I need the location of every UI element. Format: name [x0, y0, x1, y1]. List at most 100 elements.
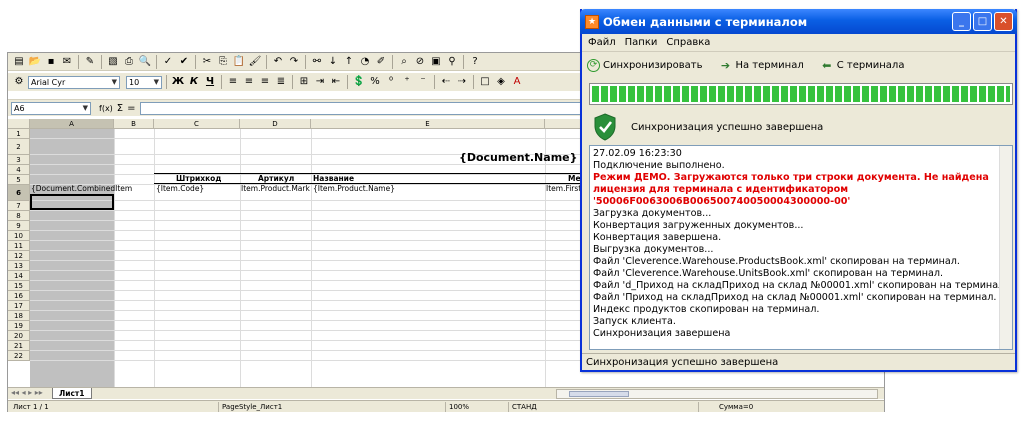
horizontal-scrollbar[interactable]	[556, 389, 878, 399]
row-header-12[interactable]: 12	[8, 251, 30, 261]
sum-button[interactable]: Σ	[117, 103, 123, 114]
column-header-b[interactable]: B	[114, 119, 154, 129]
remove-decimal-icon[interactable]: ⁻	[416, 75, 430, 89]
function-wizard-button[interactable]: f(x)	[99, 104, 113, 113]
align-center-icon[interactable]: ≡	[242, 75, 256, 89]
bold-button[interactable]: Ж	[171, 75, 185, 89]
row-header-15[interactable]: 15	[8, 281, 30, 291]
currency-icon[interactable]: 💲	[352, 75, 366, 89]
column-header-e[interactable]: E	[311, 119, 545, 129]
menu-file[interactable]: Файл	[588, 37, 616, 48]
number-format-icon[interactable]: ⁰	[384, 75, 398, 89]
help-icon[interactable]: ?	[468, 55, 482, 69]
row-header-14[interactable]: 14	[8, 271, 30, 281]
italic-button[interactable]: К	[187, 75, 201, 89]
redo-icon[interactable]: ↷	[287, 55, 301, 69]
row-header-8[interactable]: 8	[8, 211, 30, 221]
add-decimal-icon[interactable]: ⁺	[400, 75, 414, 89]
dialog-title-bar[interactable]: ★ Обмен данными с терминалом _ □ ✕	[580, 9, 1017, 34]
row-header-7[interactable]: 7	[8, 201, 30, 211]
row-header-20[interactable]: 20	[8, 331, 30, 341]
header-cell-name[interactable]: Название	[313, 174, 354, 183]
row-header-19[interactable]: 19	[8, 321, 30, 331]
paste-icon[interactable]: 📋	[232, 55, 246, 69]
edit-file-icon[interactable]: ✎	[83, 55, 97, 69]
row-header-17[interactable]: 17	[8, 301, 30, 311]
insert-mode[interactable]: СТАНД	[508, 402, 537, 412]
save-icon[interactable]: ▪	[44, 55, 58, 69]
font-size-select[interactable]: 10 ▼	[126, 75, 162, 89]
sync-log[interactable]: 27.02.09 16:23:30 Подключение выполнено.…	[589, 145, 1013, 350]
styles-icon[interactable]: ⚙	[12, 75, 26, 89]
menu-help[interactable]: Справка	[666, 37, 710, 48]
increase-indent-icon[interactable]: ⇢	[455, 75, 469, 89]
navigator-icon[interactable]: ⊘	[413, 55, 427, 69]
row-header-9[interactable]: 9	[8, 221, 30, 231]
align-right-icon[interactable]: ≡	[258, 75, 272, 89]
autospell-icon[interactable]: ✔	[177, 55, 191, 69]
sort-ascending-icon[interactable]: ↓	[326, 55, 340, 69]
underline-button[interactable]: Ч	[203, 75, 217, 89]
wrap-text-icon[interactable]: ⇥	[313, 75, 327, 89]
open-icon[interactable]: 📂	[28, 55, 42, 69]
row-header-4[interactable]: 4	[8, 165, 30, 175]
header-cell-barcode[interactable]: Штрихкод	[176, 174, 221, 183]
minimize-button[interactable]: _	[952, 12, 971, 31]
merge-cells-icon[interactable]: ⊞	[297, 75, 311, 89]
row-header-22[interactable]: 22	[8, 351, 30, 361]
log-vertical-scrollbar[interactable]	[999, 146, 1012, 349]
text-direction-icon[interactable]: ⇤	[329, 75, 343, 89]
find-replace-icon[interactable]: ⌕	[397, 55, 411, 69]
justify-icon[interactable]: ≣	[274, 75, 288, 89]
row-header-16[interactable]: 16	[8, 291, 30, 301]
from-terminal-button[interactable]: ⬅ С терминала	[820, 58, 904, 72]
print-icon[interactable]: ⎙	[122, 55, 136, 69]
row-header-18[interactable]: 18	[8, 311, 30, 321]
row-header-3[interactable]: 3	[8, 155, 30, 165]
new-document-icon[interactable]: ▤	[12, 55, 26, 69]
format-paintbrush-icon[interactable]: 🖌	[248, 55, 262, 69]
row-header-10[interactable]: 10	[8, 231, 30, 241]
column-header-d[interactable]: D	[240, 119, 311, 129]
decrease-indent-icon[interactable]: ⇠	[439, 75, 453, 89]
print-preview-icon[interactable]: 🔍	[138, 55, 152, 69]
page-style[interactable]: PageStyle_Лист1	[218, 402, 282, 412]
undo-icon[interactable]: ↶	[271, 55, 285, 69]
font-name-select[interactable]: Arial Cyr ▼	[28, 75, 120, 89]
gallery-icon[interactable]: ▣	[429, 55, 443, 69]
cell-d5-marking[interactable]: Item.Product.Marking	[241, 184, 310, 193]
copy-icon[interactable]: ⎘	[216, 55, 230, 69]
cut-icon[interactable]: ✂	[200, 55, 214, 69]
draw-icon[interactable]: ✐	[374, 55, 388, 69]
borders-icon[interactable]: □	[478, 75, 492, 89]
cell-a5-combined-items[interactable]: {Document.CombinedItems}	[31, 184, 132, 193]
header-cell-article[interactable]: Артикул	[258, 174, 294, 183]
scroll-thumb[interactable]	[569, 391, 629, 397]
spellcheck-icon[interactable]: ✓	[161, 55, 175, 69]
close-button[interactable]: ✕	[994, 12, 1013, 31]
select-all-corner[interactable]	[8, 119, 30, 129]
export-pdf-icon[interactable]: ▧	[106, 55, 120, 69]
formula-button[interactable]: =	[127, 103, 135, 114]
hyperlink-icon[interactable]: ⚯	[310, 55, 324, 69]
email-icon[interactable]: ✉	[60, 55, 74, 69]
align-left-icon[interactable]: ≡	[226, 75, 240, 89]
percent-icon[interactable]: %	[368, 75, 382, 89]
cell-c5-item-code[interactable]: {Item.Code}	[156, 184, 238, 193]
zoom-icon[interactable]: ⚲	[445, 55, 459, 69]
row-header-2[interactable]: 2	[8, 139, 30, 155]
font-color-icon[interactable]: A	[510, 75, 524, 89]
row-header-11[interactable]: 11	[8, 241, 30, 251]
row-header-13[interactable]: 13	[8, 261, 30, 271]
sheet-nav-arrows-icon[interactable]: ◂◂ ◂ ▸ ▸▸	[11, 388, 43, 397]
cell-e5-product-name[interactable]: {Item.Product.Name}	[313, 184, 543, 193]
active-cell-a6[interactable]	[30, 194, 114, 210]
background-color-icon[interactable]: ◈	[494, 75, 508, 89]
to-terminal-button[interactable]: ➔ На терминал	[718, 58, 804, 72]
column-header-a[interactable]: A	[30, 119, 114, 129]
chart-icon[interactable]: ◔	[358, 55, 372, 69]
row-header-1[interactable]: 1	[8, 129, 30, 139]
maximize-button[interactable]: □	[973, 12, 992, 31]
sort-descending-icon[interactable]: ↑	[342, 55, 356, 69]
document-name-cell[interactable]: {Document.Name}	[459, 151, 577, 164]
